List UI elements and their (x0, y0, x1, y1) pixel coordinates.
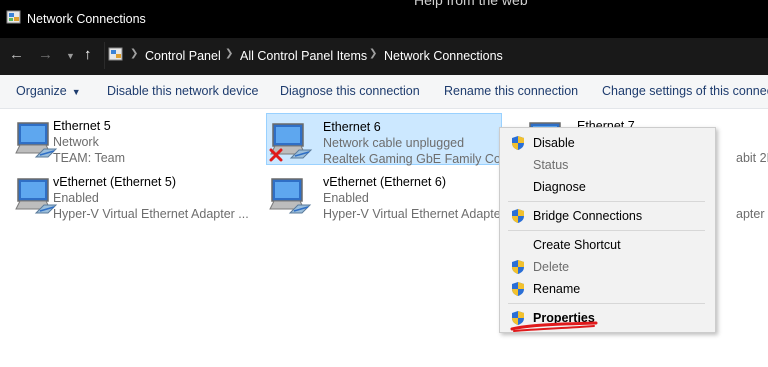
menu-item-label: Bridge Connections (533, 209, 643, 223)
menu-separator (508, 201, 705, 202)
chevron-down-icon: ▼ (71, 87, 81, 97)
breadcrumb-separator-icon[interactable]: ❯ (130, 48, 138, 59)
menu-item-bridge-connections[interactable]: Bridge Connections (500, 205, 715, 227)
menu-item-label: Disable (533, 136, 575, 150)
recent-locations-chevron-icon[interactable]: ▼ (66, 47, 75, 65)
menu-item-diagnose[interactable]: Diagnose (500, 176, 715, 198)
connection-item[interactable]: vEthernet (Ethernet 6) Enabled Hyper-V V… (268, 169, 519, 222)
red-underline-annotation (508, 320, 604, 337)
breadcrumb-control-panel[interactable]: Control Panel (145, 49, 221, 63)
connection-item-selected[interactable]: Ethernet 6 Network cable unplugged Realt… (266, 113, 502, 166)
menu-item-status[interactable]: Status (500, 154, 715, 176)
connection-device: Realtek Gaming GbE Family Controller (323, 152, 501, 166)
connection-device: TEAM: Team (53, 151, 126, 165)
title-bar: Network Connections Help from the web (0, 0, 768, 38)
menu-item-label: Delete (533, 260, 570, 274)
uac-shield-icon (511, 208, 525, 227)
change-settings-button[interactable]: Change settings of this connection (602, 84, 768, 98)
menu-item-delete[interactable]: Delete (500, 256, 715, 278)
window-title: Network Connections (27, 12, 146, 26)
menu-item-label: Create Shortcut (533, 238, 621, 252)
connection-device: apter ... (736, 207, 768, 221)
menu-separator (508, 303, 705, 304)
connection-status: Network (53, 135, 99, 149)
connection-name: Ethernet 6 (323, 120, 381, 134)
context-menu: Disable Status Diagnose Bridge Connectio… (499, 127, 716, 333)
uac-shield-icon (511, 259, 525, 278)
network-connections-icon (6, 10, 22, 29)
address-bar[interactable]: ❯ Control Panel ❯ All Control Panel Item… (104, 42, 768, 69)
connection-name: vEthernet (Ethernet 6) (323, 175, 446, 189)
menu-item-create-shortcut[interactable]: Create Shortcut (500, 234, 715, 256)
network-adapter-icon (14, 119, 58, 166)
connection-status: Network cable unplugged (323, 136, 465, 150)
network-adapter-icon (268, 175, 312, 222)
red-x-icon (269, 148, 283, 165)
background-window-text: Help from the web (414, 0, 528, 8)
rename-connection-button[interactable]: Rename this connection (444, 84, 578, 98)
connection-item[interactable]: vEthernet (Ethernet 5) Enabled Hyper-V V… (0, 169, 249, 222)
menu-item-label: Diagnose (533, 180, 586, 194)
forward-arrow-icon[interactable]: → (38, 46, 53, 64)
menu-separator (508, 230, 705, 231)
connection-name: vEthernet (Ethernet 5) (53, 175, 176, 189)
connection-name: Ethernet 5 (53, 119, 111, 133)
uac-shield-icon (511, 281, 525, 300)
disable-device-button[interactable]: Disable this network device (107, 84, 258, 98)
network-adapter-icon (14, 175, 58, 222)
organize-label: Organize (16, 84, 67, 98)
command-bar: Organize ▼ Disable this network device Di… (0, 75, 768, 109)
uac-shield-icon (511, 135, 525, 154)
diagnose-connection-button[interactable]: Diagnose this connection (280, 84, 420, 98)
back-arrow-icon[interactable]: ← (9, 46, 24, 64)
connection-device: Hyper-V Virtual Ethernet Adapter ... (323, 207, 519, 221)
connection-device: Hyper-V Virtual Ethernet Adapter ... (53, 207, 249, 221)
connection-device: abit 2P I... (736, 151, 768, 165)
connection-status: Enabled (323, 191, 369, 205)
breadcrumb-separator-icon[interactable]: ❯ (225, 48, 233, 59)
control-panel-icon (108, 47, 124, 66)
menu-item-label: Rename (533, 282, 581, 296)
breadcrumb-network-connections[interactable]: Network Connections (384, 49, 503, 63)
menu-item-label: Status (533, 158, 569, 172)
menu-item-disable[interactable]: Disable (500, 132, 715, 154)
organize-button[interactable]: Organize ▼ (16, 84, 81, 98)
address-row: ← → ▼ ↑ ❯ Control Panel ❯ All Control Pa… (0, 38, 768, 75)
up-arrow-icon[interactable]: ↑ (84, 46, 92, 64)
connection-status: Enabled (53, 191, 99, 205)
breadcrumb-all-items[interactable]: All Control Panel Items (240, 49, 367, 63)
connection-item[interactable]: Ethernet 5 Network TEAM: Team (0, 113, 240, 165)
menu-item-rename[interactable]: Rename (500, 278, 715, 300)
breadcrumb-separator-icon[interactable]: ❯ (369, 48, 377, 59)
